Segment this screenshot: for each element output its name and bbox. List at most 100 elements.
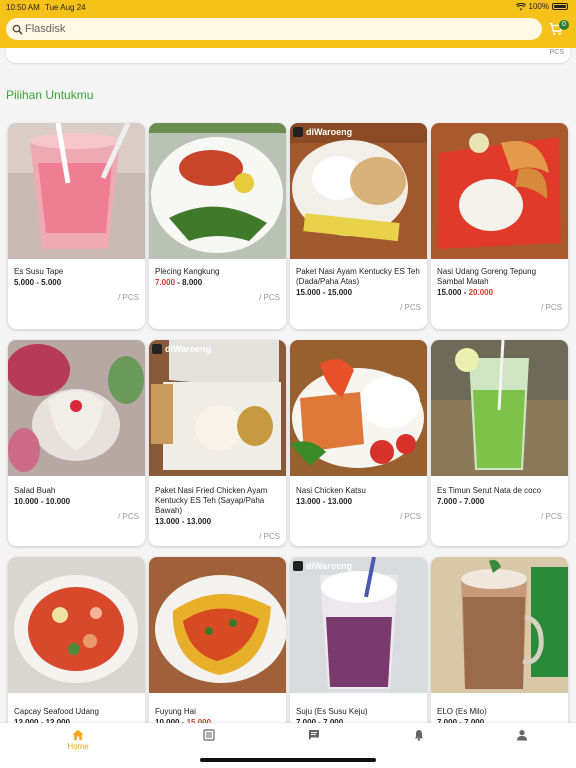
price-high: 10.000 [45,497,71,506]
product-card[interactable]: Salad Buah 10.000 - 10.000 / PCS [8,340,145,546]
price-separator: - [320,497,328,506]
product-image[interactable]: diWaroeng [290,123,427,259]
product-photo [431,340,568,476]
product-name: Plecing Kangkung [155,267,220,276]
product-price: 7.000 - 8.000 [155,278,202,287]
product-image[interactable] [431,123,568,259]
product-photo [149,123,286,259]
product-card[interactable]: Plecing Kangkung 7.000 - 8.000 / PCS [149,123,286,329]
price-high: 13.000 [327,497,353,506]
nav-profile[interactable] [492,729,552,759]
product-price: 5.000 - 5.000 [14,278,61,287]
product-card[interactable]: diWaroeng Paket Nasi Fried Chicken Ayam K… [149,340,286,546]
price-low: 7.000 [155,278,176,287]
orders-icon [203,729,215,741]
price-low: 7.000 [437,497,458,506]
product-photo: diWaroeng [290,557,427,693]
product-photo [431,123,568,259]
product-price: 15.000 - 15.000 [296,288,352,297]
product-card[interactable]: ELO (Es Milo)7.000 - 7.000/ PCS [431,557,568,732]
product-card[interactable]: Es Susu Tape 5.000 - 5.000 / PCS [8,123,145,329]
product-photo: diWaroeng [290,123,427,259]
price-low: 13.000 [155,517,180,526]
product-image[interactable] [290,340,427,476]
nav-chat[interactable] [284,729,344,759]
product-image[interactable] [431,557,568,693]
product-card[interactable]: Nasi Chicken Katsu 13.000 - 13.000 / PCS [290,340,427,546]
product-image[interactable] [149,557,286,693]
product-name: Paket Nasi Fried Chicken Ayam Kentucky E… [155,486,268,515]
product-name: Salad Buah [14,486,56,495]
nav-home-label: Home [67,742,89,751]
product-name: Paket Nasi Ayam Kentucky ES Teh (Dada/Pa… [296,267,420,286]
product-unit: / PCS [259,532,280,541]
product-unit: / PCS [400,512,421,521]
price-high: 20.000 [468,288,494,297]
price-separator: - [38,497,46,506]
profile-icon [517,730,527,741]
product-unit: / PCS [400,303,421,312]
product-name: Es Susu Tape [14,267,64,276]
price-high: 13.000 [186,517,212,526]
product-image[interactable] [149,123,286,259]
product-photo [8,340,145,476]
product-unit: / PCS [259,293,280,302]
product-price: 10.000 - 10.000 [14,497,70,506]
product-image[interactable]: diWaroeng [149,340,286,476]
product-name: Nasi Chicken Katsu [296,486,366,495]
svg-text:diWaroeng: diWaroeng [165,344,211,354]
product-name: Suju (Es Susu Keju) [296,707,368,716]
product-unit: / PCS [118,512,139,521]
price-high: 15.000 [327,288,353,297]
svg-text:diWaroeng: diWaroeng [306,561,352,571]
product-name: Fuyung Hai [155,707,196,716]
product-image[interactable] [8,557,145,693]
price-low: 13.000 [296,497,321,506]
product-unit: / PCS [541,303,562,312]
price-low: 10.000 [14,497,39,506]
product-price: 13.000 - 13.000 [296,497,352,506]
product-image[interactable]: diWaroeng [290,557,427,693]
product-photo: diWaroeng [149,340,286,476]
product-card[interactable]: diWaroeng Paket Nasi Ayam Kentucky ES Teh… [290,123,427,329]
price-low: 15.000 [296,288,321,297]
price-separator: - [179,517,187,526]
app-screen: 10:50 AM Tue Aug 24 100% Flasdisk 0 PCS … [0,0,576,768]
product-card[interactable]: diWaroengSuju (Es Susu Keju)7.000 - 7.00… [290,557,427,732]
price-separator: - [320,288,328,297]
product-image[interactable] [8,123,145,259]
product-name: Es Timun Serut Nata de coco [437,486,542,495]
product-card[interactable]: Nasi Udang Goreng Tepung Sambal Matah 15.… [431,123,568,329]
product-image[interactable] [8,340,145,476]
product-price: 13.000 - 13.000 [155,517,211,526]
product-card[interactable]: Es Timun Serut Nata de coco 7.000 - 7.000… [431,340,568,546]
price-low: 15.000 [437,288,462,297]
product-photo [8,123,145,259]
product-card[interactable]: Fuyung Hai10.000 - 15.000/ PCS [149,557,286,732]
product-price: 7.000 - 7.000 [437,497,484,506]
product-card[interactable]: Capcay Seafood Udang12.000 - 12.000/ PCS [8,557,145,732]
nav-orders[interactable] [179,729,239,759]
chat-icon [309,730,319,740]
price-high: 5.000 [41,278,62,287]
home-indicator [200,758,376,762]
product-unit: / PCS [541,512,562,521]
product-name: ELO (Es Milo) [437,707,487,716]
product-grid: Es Susu Tape 5.000 - 5.000/ PCS Plecing Ka… [0,0,576,768]
product-name: Nasi Udang Goreng Tepung Sambal Matah [437,267,537,286]
product-photo [149,557,286,693]
product-name: Capcay Seafood Udang [14,707,99,716]
product-photo [290,340,427,476]
price-high: 7.000 [464,497,485,506]
nav-home[interactable]: Home [48,729,108,759]
nav-notifications[interactable] [389,729,449,759]
product-image[interactable] [431,340,568,476]
bell-icon [414,730,424,741]
product-photo [8,557,145,693]
home-icon [72,729,84,741]
product-price: 15.000 - 20.000 [437,288,493,297]
price-low: 5.000 [14,278,35,287]
price-separator: - [461,288,469,297]
price-high: 8.000 [182,278,203,287]
svg-text:diWaroeng: diWaroeng [306,127,352,137]
